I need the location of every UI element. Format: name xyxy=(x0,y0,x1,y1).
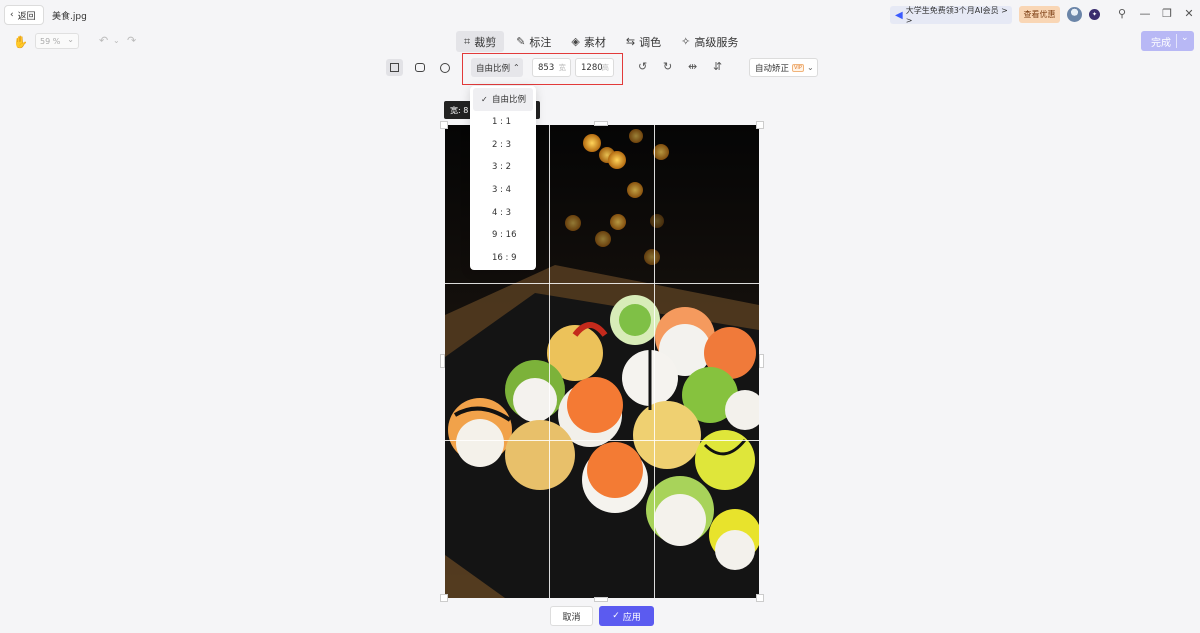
height-unit: 高 xyxy=(601,63,610,72)
back-button[interactable]: ‹ 返回 xyxy=(4,5,44,25)
crop-handle-left[interactable] xyxy=(440,354,445,368)
ratio-dropdown: ✓ 自由比例 1 : 1 2 : 3 3 : 2 3 : 4 4 : 3 9 :… xyxy=(470,86,536,270)
zoom-select[interactable]: 59 % ⌄ xyxy=(35,33,79,49)
pen-icon: ✎ xyxy=(516,35,526,48)
height-value: 1280 xyxy=(581,62,603,73)
crop-handle-top-left[interactable] xyxy=(440,121,448,129)
tab-annotate[interactable]: ✎ 标注 xyxy=(508,31,559,52)
square-icon xyxy=(390,63,399,72)
ratio-select[interactable]: 自由比例 ⌃ xyxy=(471,58,523,77)
promo-text: 大学生免费领3个月AI会员 > > xyxy=(905,6,1008,25)
crop-handle-bottom-right[interactable] xyxy=(756,594,764,602)
done-button[interactable]: 完成 ⌄ xyxy=(1141,31,1194,51)
crop-icon: ⌗ xyxy=(464,34,471,48)
ratio-option[interactable]: 1 : 1 xyxy=(470,111,536,134)
ratio-option-free[interactable]: ✓ 自由比例 xyxy=(473,88,533,111)
flip-vertical-icon[interactable]: ⇵ xyxy=(713,60,722,73)
hand-icon[interactable]: ✋ xyxy=(13,35,28,49)
auto-correct-select[interactable]: 自动矫正 VIP ⌄ xyxy=(749,58,818,77)
check-icon: ✓ xyxy=(612,611,620,621)
rotate-right-icon[interactable]: ↻ xyxy=(663,60,672,73)
tab-label: 调色 xyxy=(639,35,662,49)
width-field[interactable]: 853 宽 xyxy=(532,58,571,77)
ratio-label: 自由比例 xyxy=(476,63,511,74)
zoom-value: 59 % xyxy=(40,36,61,46)
chevron-left-icon: ‹ xyxy=(10,10,14,20)
auto-correct-label: 自动矫正 xyxy=(755,63,790,74)
undo-icon[interactable]: ↶ xyxy=(99,34,108,47)
crop-handle-top[interactable] xyxy=(594,121,608,126)
chevron-down-icon: ⌄ xyxy=(67,35,74,44)
circle-crop-button[interactable] xyxy=(436,59,453,76)
apply-button[interactable]: ✓ 应用 xyxy=(599,606,654,626)
pin-icon[interactable]: ⚲ xyxy=(1115,7,1129,21)
redo-icon[interactable]: ↷ xyxy=(127,34,136,47)
done-label: 完成 xyxy=(1151,37,1171,49)
flip-horizontal-icon[interactable]: ⇹ xyxy=(688,60,697,73)
cancel-button[interactable]: 取消 xyxy=(550,606,593,626)
grid-line xyxy=(445,283,759,284)
promo-banner[interactable]: ◀ 大学生免费领3个月AI会员 > > xyxy=(890,6,1012,25)
apply-label: 应用 xyxy=(622,612,641,623)
rounded-crop-button[interactable] xyxy=(411,59,428,76)
tab-label: 裁剪 xyxy=(474,35,497,49)
ratio-option[interactable]: 3 : 2 xyxy=(470,156,536,179)
ratio-option-label: 自由比例 xyxy=(492,95,527,106)
tab-crop[interactable]: ⌗ 裁剪 xyxy=(456,31,505,52)
shapes-icon: ◈ xyxy=(571,35,580,48)
ratio-option[interactable]: 9 : 16 xyxy=(470,224,536,247)
speaker-icon: ◀ xyxy=(895,9,903,21)
restore-icon[interactable]: ❐ xyxy=(1160,7,1174,21)
chevron-down-icon: ⌄ xyxy=(806,63,814,72)
ratio-option[interactable]: 4 : 3 xyxy=(470,201,536,224)
close-icon[interactable]: ✕ xyxy=(1182,7,1196,21)
tab-label: 素材 xyxy=(583,35,606,49)
crop-handle-right[interactable] xyxy=(759,354,764,368)
vip-badge-icon[interactable]: ✦ xyxy=(1089,9,1100,20)
ratio-option[interactable]: 2 : 3 xyxy=(470,133,536,156)
coupon-button[interactable]: 查看优惠 xyxy=(1019,6,1060,23)
vip-tag: VIP xyxy=(792,63,804,72)
circle-icon xyxy=(439,62,450,73)
tab-materials[interactable]: ◈ 素材 xyxy=(563,31,613,52)
rect-crop-button[interactable] xyxy=(386,59,403,76)
minimize-icon[interactable]: — xyxy=(1138,7,1152,21)
grid-line xyxy=(549,125,550,598)
tab-label: 标注 xyxy=(529,35,552,49)
tab-color[interactable]: ⇆ 调色 xyxy=(618,31,669,52)
sparkle-icon: ✧ xyxy=(681,35,691,48)
height-field[interactable]: 1280 高 xyxy=(575,58,614,77)
tool-tabs: ⌗ 裁剪 ✎ 标注 ◈ 素材 ⇆ 调色 ✧ 高级服务 xyxy=(456,31,750,52)
grid-line xyxy=(445,440,759,441)
width-unit: 宽 xyxy=(558,63,567,72)
rotate-left-icon[interactable]: ↺ xyxy=(638,60,647,73)
ratio-option[interactable]: 3 : 4 xyxy=(470,179,536,202)
file-name: 美食.jpg xyxy=(52,12,87,22)
crop-handle-bottom-left[interactable] xyxy=(440,594,448,602)
chevron-down-icon[interactable]: ⌄ xyxy=(113,36,120,45)
sliders-icon: ⇆ xyxy=(625,35,636,48)
ratio-option[interactable]: 16 : 9 xyxy=(470,247,536,270)
avatar[interactable] xyxy=(1067,7,1082,22)
crop-handle-bottom[interactable] xyxy=(594,597,608,602)
check-icon: ✓ xyxy=(481,94,488,104)
grid-line xyxy=(654,125,655,598)
back-label: 返回 xyxy=(17,11,36,22)
chevron-down-icon[interactable]: ⌄ xyxy=(1181,33,1189,43)
tab-label: 高级服务 xyxy=(694,35,739,49)
separator xyxy=(1176,34,1177,48)
chevron-up-icon: ⌃ xyxy=(513,63,520,72)
crop-handle-top-right[interactable] xyxy=(756,121,764,129)
title-bar: ‹ 返回 美食.jpg ◀ 大学生免费领3个月AI会员 > > 查看优惠 ✦ ⚲… xyxy=(0,0,1200,30)
rounded-rect-icon xyxy=(414,63,425,72)
width-value: 853 xyxy=(538,62,555,73)
tab-advanced[interactable]: ✧ 高级服务 xyxy=(673,31,746,52)
